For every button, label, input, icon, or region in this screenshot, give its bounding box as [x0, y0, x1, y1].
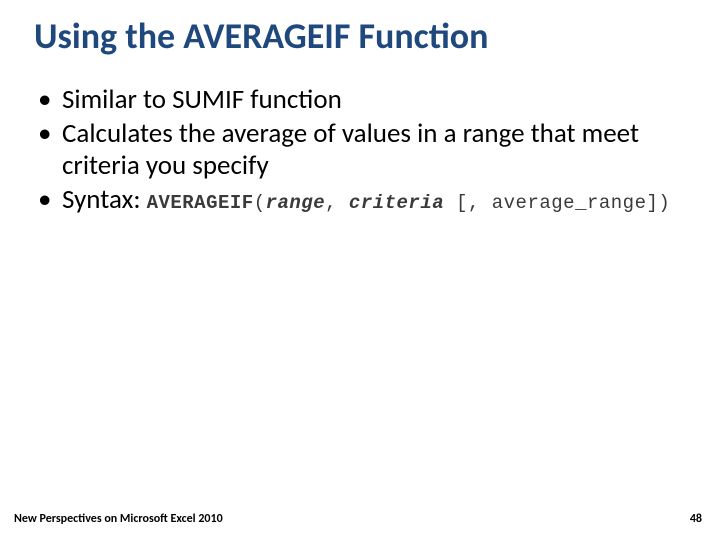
bullet-text: Calculates the average of values in a ra…	[62, 118, 684, 182]
bullet-item-syntax: • Syntax: AVERAGEIF(range, criteria [, a…	[34, 184, 684, 216]
bullet-text: Similar to SUMIF function	[62, 84, 684, 116]
bullet-marker: •	[34, 184, 62, 216]
code-opt-close: ]	[646, 192, 658, 214]
slide: Using the AVERAGEIF Function • Similar t…	[0, 0, 720, 540]
code-arg-average-range: average_range	[492, 192, 647, 214]
code-close-paren: )	[658, 192, 670, 214]
code-opt-open: [,	[444, 192, 492, 214]
syntax-label: Syntax:	[62, 184, 141, 216]
code-fn: AVERAGEIF	[147, 192, 254, 214]
bullet-marker: •	[34, 84, 62, 116]
slide-title: Using the AVERAGEIF Function	[34, 14, 488, 58]
bullet-item: • Similar to SUMIF function	[34, 84, 684, 116]
footer-source: New Perspectives on Microsoft Excel 2010	[14, 512, 223, 526]
code-open-paren: (	[254, 192, 266, 214]
bullet-text: Syntax: AVERAGEIF(range, criteria [, ave…	[62, 184, 684, 216]
code-arg-range: range	[266, 192, 326, 214]
bullet-item: • Calculates the average of values in a …	[34, 118, 684, 182]
code-comma: ,	[325, 192, 349, 214]
bullet-marker: •	[34, 118, 62, 150]
syntax-code: AVERAGEIF(range, criteria [, average_ran…	[147, 192, 671, 214]
slide-body: • Similar to SUMIF function • Calculates…	[34, 84, 684, 217]
page-number: 48	[690, 512, 702, 526]
code-arg-criteria: criteria	[349, 192, 444, 214]
